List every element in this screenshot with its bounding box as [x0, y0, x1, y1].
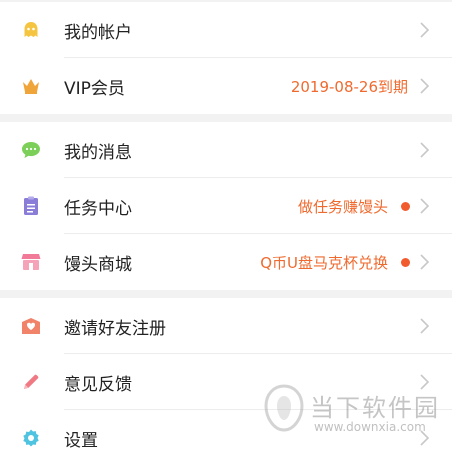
menu-item-label: 意见反馈 — [64, 374, 132, 395]
chevron-right-icon — [420, 318, 430, 334]
menu-item-label: 馒头商城 — [64, 254, 132, 275]
watermark-logo-icon — [264, 384, 304, 432]
menu-item-label: VIP会员 — [64, 78, 125, 99]
watermark: 当下软件园 www.downxia.com — [262, 380, 442, 440]
gear-icon — [20, 427, 42, 449]
menu-item-vip[interactable]: VIP会员 2019-08-26到期 — [0, 58, 452, 114]
task-promo-text: 做任务赚馒头 — [297, 197, 388, 216]
chevron-right-icon — [420, 142, 430, 158]
clipboard-icon — [20, 195, 42, 217]
chevron-right-icon — [420, 22, 430, 38]
menu-item-label: 设置 — [64, 430, 98, 451]
watermark-url: www.downxia.com — [314, 420, 426, 434]
menu-item-label: 我的消息 — [64, 142, 132, 163]
menu-item-task-center[interactable]: 任务中心 做任务赚馒头 — [0, 178, 452, 234]
menu-item-my-messages[interactable]: 我的消息 — [0, 122, 452, 178]
chevron-right-icon — [420, 254, 430, 270]
menu-item-invite-friends[interactable]: 邀请好友注册 — [0, 298, 452, 354]
notification-dot — [401, 257, 410, 267]
section-gap — [0, 290, 452, 298]
section-gap — [0, 114, 452, 122]
chevron-right-icon — [420, 198, 430, 214]
chat-bubble-icon — [20, 139, 42, 161]
account-group: 我的帐户 VIP会员 2019-08-26到期 — [0, 2, 452, 114]
menu-item-my-account[interactable]: 我的帐户 — [0, 2, 452, 58]
activity-group: 我的消息 任务中心 做任务赚馒头 馒头商城 Q币U盘马克杯兑换 — [0, 122, 452, 290]
ghost-avatar-icon — [20, 19, 42, 41]
menu-item-label: 邀请好友注册 — [64, 318, 166, 339]
chevron-right-icon — [420, 78, 430, 94]
pencil-icon — [20, 371, 42, 393]
vip-expiry-date: 2019-08-26到期 — [290, 77, 408, 96]
store-promo-text: Q币U盘马克杯兑换 — [260, 253, 388, 272]
menu-item-mantou-store[interactable]: 馒头商城 Q币U盘马克杯兑换 — [0, 234, 452, 290]
watermark-text: 当下软件园 — [310, 394, 440, 422]
store-icon — [20, 251, 42, 273]
notification-dot — [401, 201, 410, 211]
crown-icon — [20, 75, 42, 97]
menu-item-label: 我的帐户 — [64, 22, 132, 43]
envelope-heart-icon — [20, 315, 42, 337]
menu-item-label: 任务中心 — [64, 198, 132, 219]
